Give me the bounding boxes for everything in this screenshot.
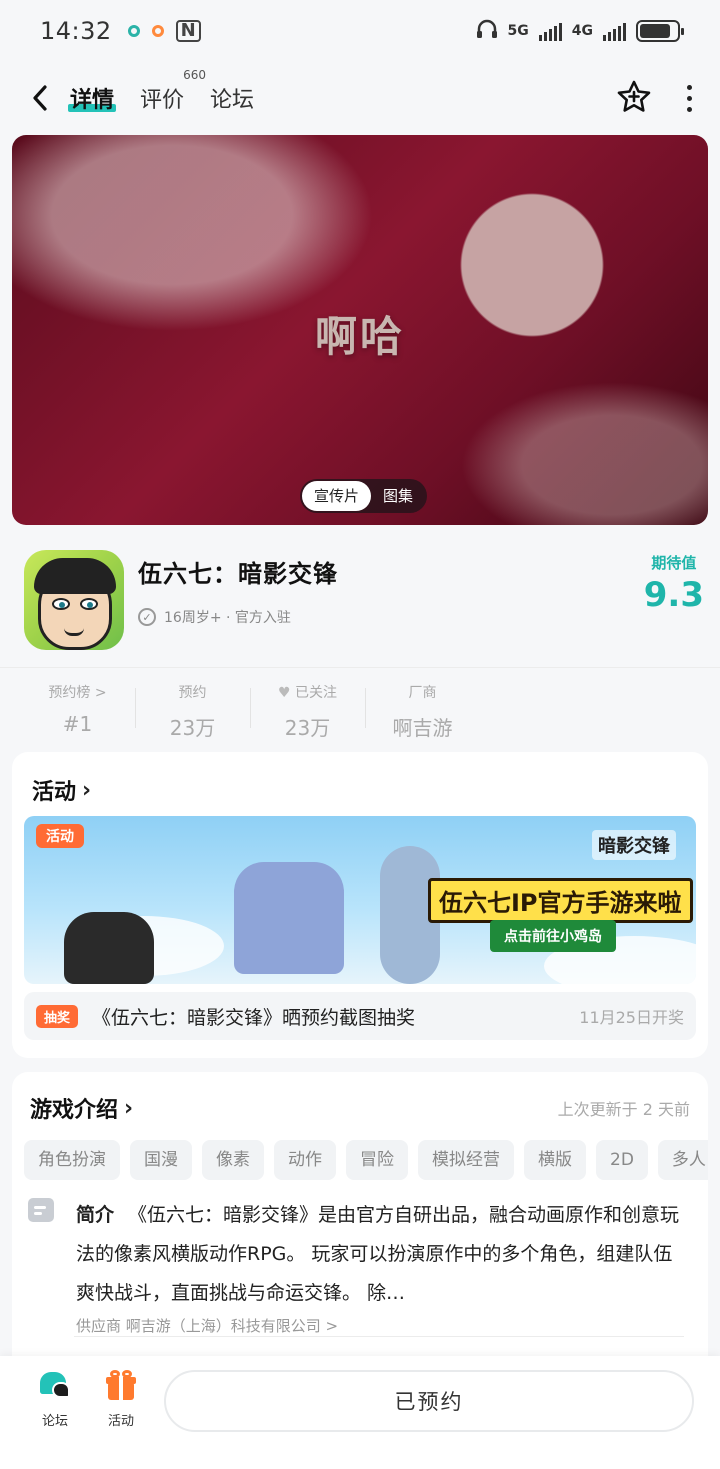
stat-value: 23万	[169, 716, 216, 740]
chevron-right-icon: ›	[124, 1095, 134, 1121]
stat-label-text: 已关注	[295, 685, 337, 701]
game-info: 伍六七：暗影交锋 ✓ 16周岁+ · 官方入驻 期待值 9.3	[24, 550, 704, 654]
net-label-4g: 4G	[571, 23, 593, 39]
status-time: 14:32	[40, 17, 112, 45]
stat-label: 预约榜 >	[48, 685, 107, 701]
activity-banner[interactable]: 活动 暗影交锋 伍六七IP官方手游来啦 点击前往小鸡岛	[24, 816, 696, 984]
promo-video-banner[interactable]: 啊哈 宣传片 图集	[12, 135, 708, 525]
tab-reviews[interactable]: 评价 660	[140, 68, 206, 114]
stats-row: 预约榜 > #1 预约 23万 ♥ 已关注 23万 厂商 啊吉游	[0, 667, 720, 745]
stat-value: #1	[62, 712, 93, 736]
score-label: 期待值	[651, 554, 697, 572]
forum-label: 论坛	[41, 1414, 68, 1429]
stat-value: 23万	[284, 716, 331, 740]
stat-label: 预约	[178, 685, 207, 701]
activity-button[interactable]: 活动	[88, 1370, 154, 1429]
intro-label: 简介	[76, 1204, 115, 1226]
tag-item[interactable]: 模拟经营	[418, 1140, 514, 1180]
toggle-trailer[interactable]: 宣传片	[302, 481, 372, 511]
score-value: 9.3	[643, 575, 704, 615]
bottom-action-bar: 论坛 活动 已预约	[0, 1356, 720, 1469]
signal-icon	[603, 21, 626, 41]
notification-icons: N	[127, 20, 201, 42]
lottery-tag: 抽奖	[36, 1004, 79, 1028]
last-updated: 上次更新于 2 天前	[557, 1100, 690, 1119]
tab-details[interactable]: 详情	[67, 82, 117, 114]
reserved-button[interactable]: 已预约	[164, 1370, 694, 1432]
intro-text: 《伍六七：暗影交锋》是由官方自研出品，融合动画原作和创意玩法的像素风横版动作RP…	[76, 1204, 680, 1304]
lottery-title: 《伍六七：暗影交锋》晒预约截图抽奖	[92, 1006, 416, 1029]
stat-label: 厂商	[408, 685, 437, 701]
divider	[74, 1336, 684, 1337]
tag-item[interactable]: 国漫	[130, 1140, 192, 1180]
stat-reserve-rank[interactable]: 预约榜 > #1	[20, 668, 135, 745]
media-toggle: 宣传片 图集	[300, 479, 428, 513]
intro-description[interactable]: 简介 《伍六七：暗影交锋》是由官方自研出品，融合动画原作和创意玩法的像素风横版动作…	[76, 1196, 686, 1313]
forum-button[interactable]: 论坛	[22, 1370, 88, 1429]
chevron-right-icon: ›	[82, 777, 92, 803]
gift-icon	[104, 1370, 138, 1402]
stat-publisher[interactable]: 厂商 啊吉游	[365, 668, 480, 745]
net-label-5g: 5G	[507, 23, 529, 39]
top-nav: 详情 评价 660 论坛	[0, 66, 720, 130]
toggle-gallery[interactable]: 图集	[371, 481, 425, 511]
banner-text: 啊哈	[314, 312, 405, 361]
battery-icon	[636, 20, 684, 42]
app-notification-icon	[151, 25, 164, 37]
stat-value: 啊吉游	[392, 716, 453, 740]
banner-cta-button[interactable]: 点击前往小鸡岛	[490, 920, 616, 952]
character-illustration	[234, 862, 344, 974]
back-icon[interactable]	[28, 85, 52, 111]
tag-item[interactable]: 横版	[524, 1140, 586, 1180]
game-intro-card: 游戏介绍 › 上次更新于 2 天前 角色扮演 国漫 像素 动作 冒险 模拟经营 …	[12, 1072, 708, 1362]
review-count-badge: 660	[183, 68, 207, 82]
verified-check-icon: ✓	[138, 608, 156, 626]
activity-tag: 活动	[36, 824, 84, 848]
lottery-date: 11月25日开奖	[579, 1008, 684, 1027]
game-meta-text: 16周岁+ · 官方入驻	[164, 610, 291, 626]
stat-label: ♥ 已关注	[250, 682, 365, 702]
character-illustration	[64, 912, 154, 984]
tag-item[interactable]: 角色扮演	[24, 1140, 120, 1180]
tag-item[interactable]: 冒险	[346, 1140, 408, 1180]
signal-icon	[538, 21, 562, 41]
tag-list: 角色扮演 国漫 像素 动作 冒险 模拟经营 横版 2D 多人	[12, 1124, 708, 1180]
supplier-link[interactable]: 供应商 啊吉游（上海）科技有限公司 >	[76, 1315, 686, 1336]
app-notification-icon	[127, 25, 140, 37]
activity-card: 活动 › 活动 暗影交锋 伍六七IP官方手游来啦 点击前往小鸡岛 抽奖 《伍六七…	[12, 752, 708, 1058]
favorite-star-icon[interactable]	[617, 80, 651, 116]
game-logo: 暗影交锋	[592, 830, 676, 860]
heart-check-icon: ♥	[277, 685, 291, 701]
status-bar: 14:32 N 5G 4G	[0, 0, 720, 62]
stat-followed[interactable]: ♥ 已关注 23万	[250, 668, 365, 745]
expectation-score: 期待值 9.3	[644, 550, 704, 654]
tab-forum[interactable]: 论坛	[210, 82, 254, 114]
headphones-icon	[476, 19, 498, 43]
activity-title-text: 活动	[32, 780, 77, 805]
nfc-icon: N	[175, 20, 201, 42]
stat-reservations: 预约 23万	[135, 668, 250, 745]
tab-reviews-label: 评价	[140, 88, 185, 113]
activity-label: 活动	[107, 1414, 134, 1429]
more-options-icon[interactable]	[687, 84, 692, 112]
tag-item[interactable]: 像素	[202, 1140, 264, 1180]
intro-section-title[interactable]: 游戏介绍 ›	[30, 1092, 133, 1124]
forum-chat-icon	[38, 1370, 72, 1402]
game-title: 伍六七：暗影交锋	[138, 560, 338, 588]
icon-character-eye	[80, 598, 98, 610]
icon-character-eye	[52, 598, 70, 610]
activity-section-title[interactable]: 活动 ›	[32, 774, 91, 806]
status-right: 5G 4G	[476, 19, 684, 43]
game-app-icon	[24, 550, 124, 650]
tag-item[interactable]: 2D	[596, 1140, 648, 1180]
document-icon	[28, 1198, 54, 1222]
icon-character-hair	[34, 558, 116, 594]
game-meta: ✓ 16周岁+ · 官方入驻	[138, 607, 338, 627]
banner-headline: 伍六七IP官方手游来啦	[428, 878, 693, 923]
tag-item[interactable]: 多人	[657, 1140, 708, 1180]
lottery-item[interactable]: 抽奖 《伍六七：暗影交锋》晒预约截图抽奖 11月25日开奖	[24, 992, 696, 1040]
intro-title-text: 游戏介绍	[30, 1098, 119, 1123]
tag-item[interactable]: 动作	[274, 1140, 336, 1180]
